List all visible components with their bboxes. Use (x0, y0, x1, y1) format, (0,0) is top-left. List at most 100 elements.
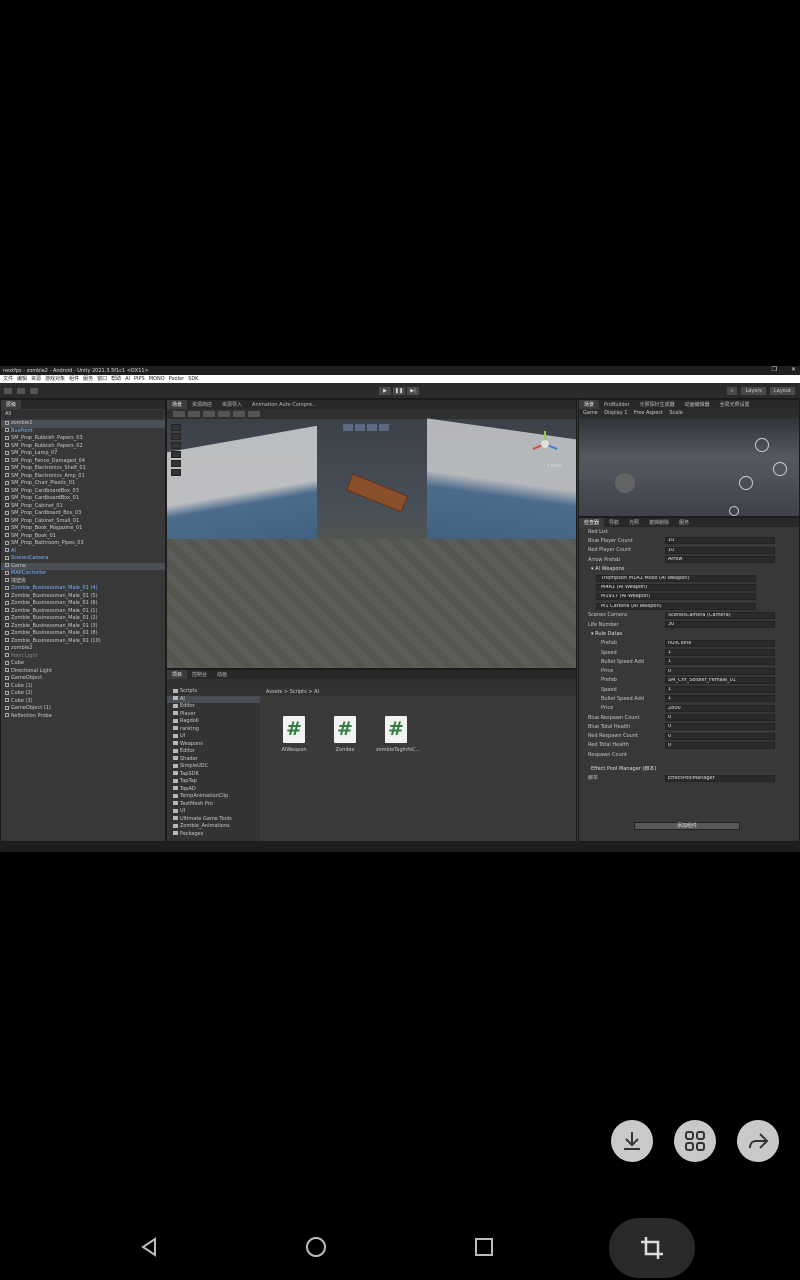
hierarchy-item[interactable]: Zombie_Businessman_Male_01 (4) (1, 585, 165, 593)
menu-item[interactable]: 帮助 (111, 376, 121, 382)
component-header[interactable]: Effect Pool Manager (脚本) (579, 764, 799, 773)
project-folder[interactable]: TapTap (167, 778, 260, 786)
inspector-tab[interactable]: 检查器 (579, 518, 605, 527)
menu-item[interactable]: 文件 (3, 376, 13, 382)
overlay-button[interactable] (343, 424, 353, 431)
foldout-header[interactable]: ▾ Rule Datas (579, 631, 665, 637)
hierarchy-item[interactable]: zombie2 (1, 420, 165, 428)
project-folder[interactable]: TempAnimationClip (167, 793, 260, 801)
grid-button[interactable] (674, 1120, 716, 1162)
game-tab[interactable]: 动画编辑器 (680, 400, 715, 409)
hierarchy-item[interactable]: MAPController (1, 570, 165, 578)
inspector-value-field[interactable]: nullClone (665, 639, 775, 647)
overlay-button[interactable] (379, 424, 389, 431)
project-folder[interactable]: TapSDK (167, 771, 260, 779)
download-button[interactable] (611, 1120, 653, 1162)
rect-tool-icon[interactable] (171, 460, 181, 467)
hierarchy-item[interactable]: Zombie_Businessman_Male_01 (6) (1, 600, 165, 608)
scene-tab[interactable]: Animation Auto Compre... (247, 400, 322, 409)
inspector-value-field[interactable]: 0 (665, 732, 775, 740)
project-tab[interactable]: 控制台 (187, 670, 212, 679)
hierarchy-item[interactable]: Zombie_Businessman_Male_01 (3) (1, 623, 165, 631)
inspector-value-field[interactable]: 0 (665, 723, 775, 731)
hierarchy-item[interactable]: Game (1, 562, 165, 570)
hierarchy-item[interactable]: 墙壁房 (1, 578, 165, 586)
script-asset[interactable]: # zombieTagInfoC... (376, 716, 420, 753)
game-tab[interactable]: 光照探针生成器 (635, 400, 680, 409)
lighting-toggle[interactable] (203, 411, 215, 417)
hierarchy-item[interactable]: Cube (2) (1, 690, 165, 698)
gizmos-dropdown[interactable] (248, 411, 260, 417)
hand-tool-icon[interactable] (171, 424, 181, 431)
hierarchy-search-input[interactable]: All (3, 410, 163, 419)
reload-button[interactable] (755, 438, 769, 452)
game-tab[interactable]: ProBuilder (599, 400, 635, 409)
hierarchy-item[interactable]: SM_Prop_Book_01 (1, 533, 165, 541)
project-folder[interactable]: Weapons (167, 741, 260, 749)
menu-item[interactable]: PIPS (134, 376, 145, 382)
project-folder[interactable]: Shader (167, 756, 260, 764)
aim-button[interactable] (773, 462, 787, 476)
project-folder[interactable]: Player (167, 711, 260, 719)
project-folder[interactable]: SimpleUDC (167, 763, 260, 771)
weapon-reference-field[interactable]: Thompson M1A1 Moso (Ai Weapon) (596, 574, 756, 582)
cloud-button[interactable] (17, 388, 25, 394)
menu-item[interactable]: 窗口 (97, 376, 107, 382)
hierarchy-item[interactable]: zombie2 (1, 645, 165, 653)
hierarchy-item[interactable]: SM_Prop_Cardboard_Box_03 (1, 510, 165, 518)
display-number-dropdown[interactable]: Display 1 (604, 410, 627, 416)
inspector-value-field[interactable]: 1 (665, 686, 775, 694)
overlay-button[interactable] (355, 424, 365, 431)
scale-slider-label[interactable]: Scale (669, 410, 682, 416)
project-folder[interactable]: UI (167, 808, 260, 816)
project-folder[interactable]: TextMesh Pro (167, 801, 260, 809)
inspector-tab[interactable]: 导航 (604, 518, 624, 527)
scene-tab[interactable]: 资源商店 (187, 400, 217, 409)
inspector-value-field[interactable]: SM_Chr_Soldier_Female_01 (665, 676, 775, 684)
share-button[interactable] (737, 1120, 779, 1162)
layers-dropdown[interactable]: Layers (741, 387, 766, 395)
menu-item[interactable]: 编辑 (17, 376, 27, 382)
project-folder[interactable]: Editor (167, 703, 260, 711)
fx-dropdown[interactable] (233, 411, 245, 417)
weapon-reference-field[interactable]: M4A1 (Ai Weapon) (596, 583, 756, 591)
inspector-value-field[interactable]: 10 (665, 537, 775, 545)
hierarchy-item[interactable]: AI (1, 548, 165, 556)
inspector-value-field[interactable]: 0 (665, 714, 775, 722)
home-icon[interactable] (301, 1232, 331, 1262)
hierarchy-item[interactable]: SM_Prop_CardboardBox_03 (1, 488, 165, 496)
inspector-value-field[interactable]: 0 (665, 667, 775, 675)
inspector-value-field[interactable]: 1 (665, 649, 775, 656)
inspector-value-field[interactable]: 1 (665, 658, 775, 666)
menu-item[interactable]: 游戏对象 (45, 376, 65, 382)
inspector-value-field[interactable]: ScenesCamera (Camera) (665, 611, 775, 619)
hierarchy-item[interactable]: SM_Prop_Cabinet_01 (1, 503, 165, 511)
project-folder[interactable]: Editor (167, 748, 260, 756)
collab-button[interactable] (30, 388, 38, 394)
hierarchy-item[interactable]: SM_Prop_Rubbish_Papers_02 (1, 443, 165, 451)
pause-button[interactable]: ❚❚ (393, 387, 405, 395)
project-folder[interactable]: AI (167, 695, 260, 703)
game-tab[interactable]: 全局光照设置 (715, 400, 755, 409)
account-button[interactable] (4, 388, 12, 394)
game-viewport[interactable] (579, 418, 799, 516)
project-folder[interactable]: Packages (167, 831, 260, 839)
scene-tab[interactable]: 场景 (167, 400, 188, 409)
hierarchy-item[interactable]: BusPoint (1, 428, 165, 436)
hierarchy-item[interactable]: GameObject (1, 675, 165, 683)
transform-tool-icon[interactable] (171, 469, 181, 476)
virtual-joystick[interactable] (615, 473, 635, 493)
project-folder[interactable]: TapAD (167, 786, 260, 794)
draw-mode-dropdown[interactable] (173, 411, 185, 417)
wooden-desk[interactable] (345, 473, 409, 513)
tab-hierarchy[interactable]: 层级 (1, 400, 22, 409)
inspector-value-field[interactable]: Arrow (665, 556, 775, 564)
hierarchy-item[interactable]: SM_Prop_Electronics_Shelf_01 (1, 465, 165, 473)
orientation-gizmo-icon[interactable] (530, 429, 560, 459)
hierarchy-item[interactable]: SM_Prop_Electronics_Amp_01 (1, 473, 165, 481)
inspector-value-field[interactable]: 0 (665, 741, 775, 749)
hierarchy-item[interactable]: Cube (1) (1, 683, 165, 691)
search-icon[interactable]: ⌕ (726, 387, 738, 395)
menu-item[interactable]: SDK (188, 376, 198, 382)
project-folder[interactable]: UI (167, 733, 260, 741)
